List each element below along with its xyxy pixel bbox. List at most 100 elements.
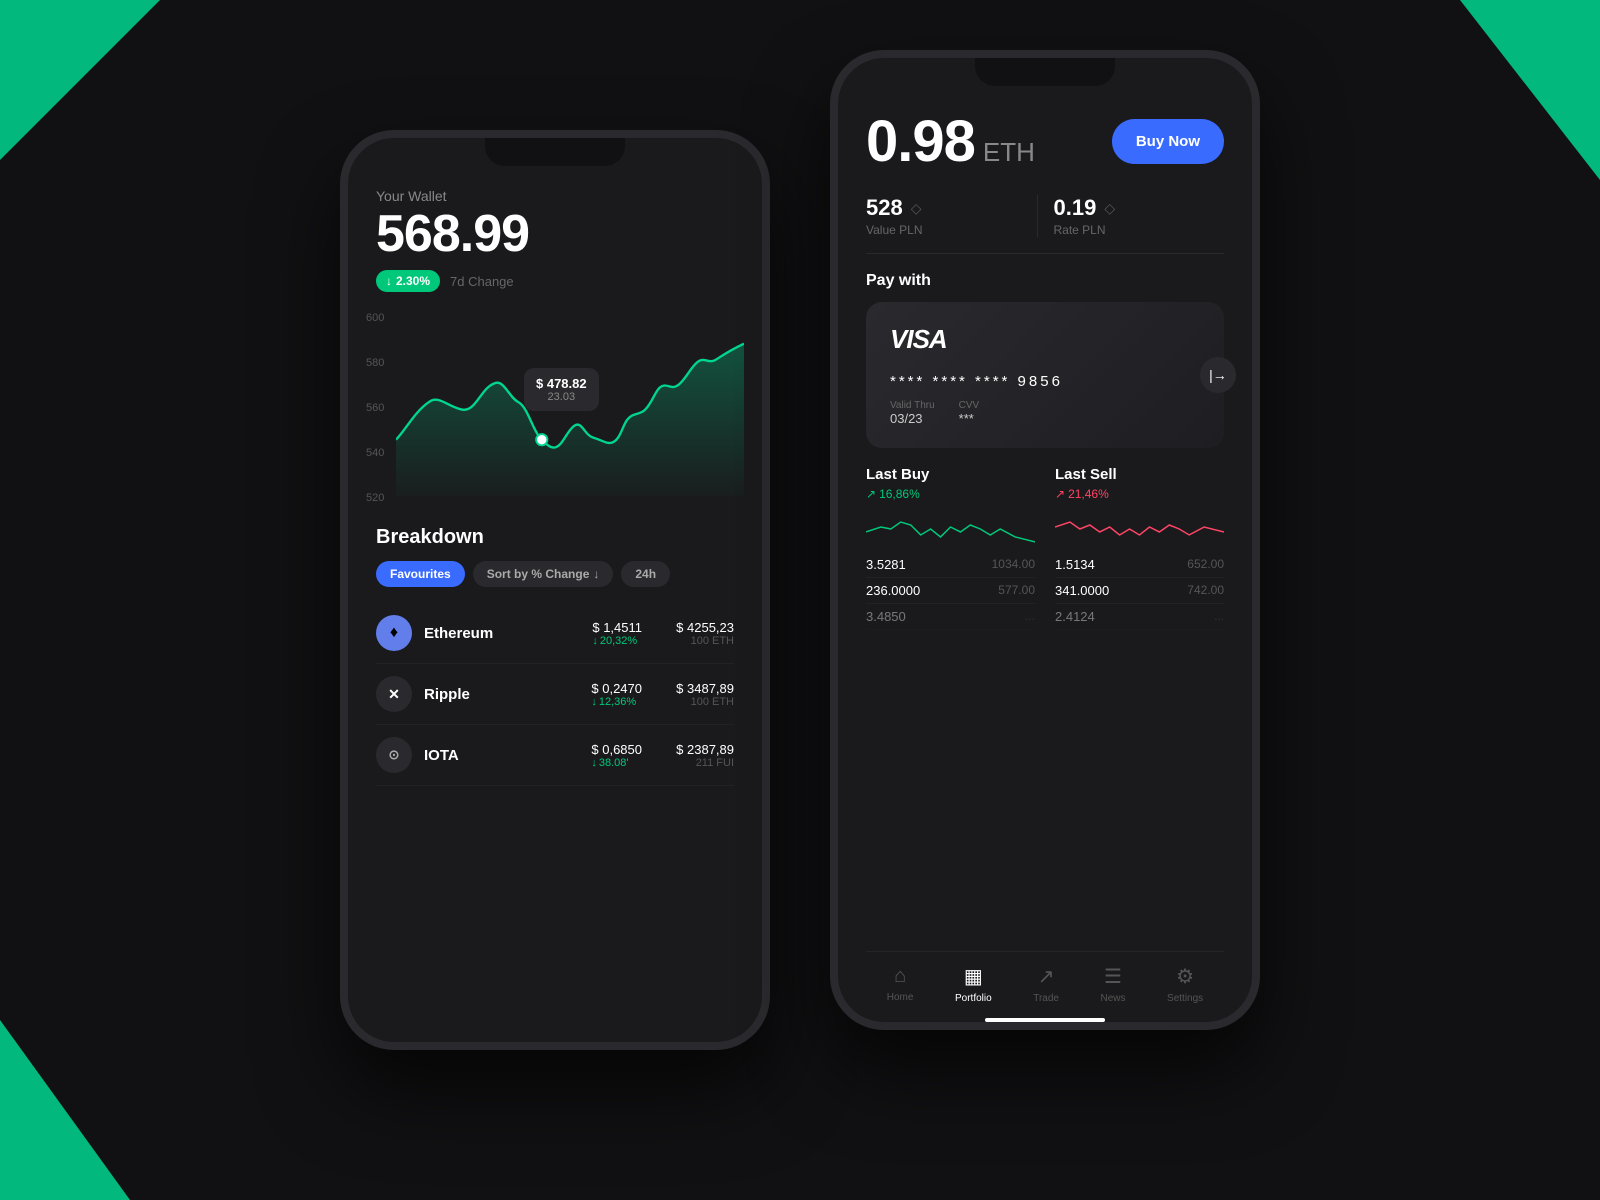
- phone-notch: [485, 138, 625, 166]
- card-number: **** **** **** 9856: [890, 373, 1200, 390]
- nav-trade[interactable]: ↗ Trade: [1033, 964, 1059, 1004]
- visa-logo: VISA: [890, 324, 1200, 355]
- buy-sub-3: ...: [1025, 609, 1035, 624]
- tooltip-date: 23.03: [536, 391, 587, 403]
- favourites-filter[interactable]: Favourites: [376, 561, 465, 587]
- eth-value-block: $ 4255,23 100 ETH: [654, 620, 734, 647]
- eth-amount: 100 ETH: [654, 635, 734, 647]
- sell-row-1: 1.5134 652.00: [1055, 552, 1224, 578]
- breakdown-filters: Favourites Sort by % Change ↓ 24h: [376, 561, 734, 587]
- eth-price-display: 0.98 ETH: [866, 108, 1035, 175]
- y-label-600: 600: [366, 312, 384, 324]
- buy-main-1: 3.5281: [866, 557, 906, 572]
- valid-thru-value: 03/23: [890, 411, 935, 426]
- eth-icon: ♦: [376, 615, 412, 651]
- sell-sub-3: ...: [1214, 609, 1224, 624]
- coin-item-xrp[interactable]: ✕ Ripple $ 0,2470 ↓ 12,36% $ 3487,89 100…: [376, 664, 734, 725]
- up-arrow-icon-sell: ↗: [1055, 487, 1065, 501]
- eth-name: Ethereum: [424, 625, 580, 642]
- settings-icon: ⚙: [1176, 964, 1194, 989]
- nav-news[interactable]: ☰ News: [1101, 964, 1126, 1004]
- iota-amount: 211 FUI: [654, 757, 734, 769]
- xrp-price: $ 0,2470: [591, 681, 642, 696]
- pay-with-label: Pay with: [866, 272, 1224, 290]
- trade-icon: ↗: [1038, 964, 1055, 989]
- y-label-560: 560: [366, 402, 384, 414]
- sort-filter[interactable]: Sort by % Change ↓: [473, 561, 614, 587]
- chart-area: 600 580 560 540 520: [366, 308, 744, 508]
- buy-sub-2: 577.00: [998, 583, 1035, 598]
- sell-sub-2: 742.00: [1187, 583, 1224, 598]
- diamond-icon-2: ◇: [1104, 200, 1115, 217]
- sort-icon: ↓: [593, 567, 599, 581]
- wallet-label: Your Wallet: [376, 188, 734, 204]
- card-arrow-icon[interactable]: |→: [1200, 357, 1236, 393]
- bottom-nav: ⌂ Home ▦ Portfolio ↗ Trade ☰ News ⚙ Se: [866, 951, 1224, 1012]
- change-label: 7d Change: [450, 274, 514, 289]
- card-cvv: CVV ***: [959, 400, 980, 426]
- sort-filter-label: Sort by % Change: [487, 567, 590, 581]
- change-pct: 2.30%: [396, 274, 430, 288]
- iota-icon: ⊙: [376, 737, 412, 773]
- last-sell-title: Last Sell: [1055, 466, 1224, 483]
- buy-main-3: 3.4850: [866, 609, 906, 624]
- eth-change: ↓ 20,32%: [592, 635, 642, 647]
- xrp-change: ↓ 12,36%: [591, 696, 642, 708]
- tooltip-value: $ 478.82: [536, 376, 587, 391]
- stat-value-row-1: 528 ◇: [866, 195, 1021, 221]
- nav-home[interactable]: ⌂ Home: [887, 965, 914, 1003]
- diamond-icon-1: ◇: [911, 200, 922, 217]
- last-buy-col: Last Buy ↗ 16,86% 3.5281 1034.00 236.000…: [866, 466, 1035, 630]
- iota-value-block: $ 2387,89 211 FUI: [654, 742, 734, 769]
- right-phone-notch: [975, 58, 1115, 86]
- stat-019: 0.19: [1054, 195, 1097, 221]
- sell-sub-1: 652.00: [1187, 557, 1224, 572]
- cvv-label: CVV: [959, 400, 980, 411]
- phones-container: Your Wallet 568.99 ↓ 2.30% 7d Change 600…: [100, 50, 1500, 1050]
- home-label: Home: [887, 992, 914, 1003]
- xrp-value-block: $ 3487,89 100 ETH: [654, 681, 734, 708]
- y-label-540: 540: [366, 447, 384, 459]
- buy-sub-1: 1034.00: [992, 557, 1035, 572]
- eth-main-price: 0.98: [866, 108, 975, 175]
- stat-value-row-2: 0.19 ◇: [1054, 195, 1209, 221]
- chart-y-labels: 600 580 560 540 520: [366, 308, 384, 508]
- coin-list: ♦ Ethereum $ 1,4511 ↓ 20,32% $ 4255,23 1…: [376, 603, 734, 786]
- valid-thru-label: Valid Thru: [890, 400, 935, 411]
- news-icon: ☰: [1104, 964, 1122, 989]
- card-details-row: Valid Thru 03/23 CVV ***: [890, 400, 1200, 426]
- chart-tooltip: $ 478.82 23.03: [524, 368, 599, 411]
- card-valid-thru: Valid Thru 03/23: [890, 400, 935, 426]
- settings-label: Settings: [1167, 993, 1203, 1004]
- buy-now-button[interactable]: Buy Now: [1112, 119, 1224, 164]
- stat-label-value-pln: Value PLN: [866, 223, 1021, 237]
- last-buy-title: Last Buy: [866, 466, 1035, 483]
- last-buy-pct: ↗ 16,86%: [866, 487, 1035, 501]
- last-sell-col: Last Sell ↗ 21,46% 1.5134 652.00 341.000…: [1055, 466, 1224, 630]
- change-arrow-icon: ↓: [386, 274, 392, 288]
- xrp-price-block: $ 0,2470 ↓ 12,36%: [591, 681, 642, 708]
- time-filter[interactable]: 24h: [621, 561, 670, 587]
- eth-price: $ 1,4511: [592, 620, 642, 635]
- xrp-name: Ripple: [424, 686, 579, 703]
- coin-item-iota[interactable]: ⊙ IOTA $ 0,6850 ↓ 38.08' $ 2387,89 211 F…: [376, 725, 734, 786]
- up-arrow-icon-buy: ↗: [866, 487, 876, 501]
- sell-main-3: 2.4124: [1055, 609, 1095, 624]
- eth-currency-label: ETH: [983, 137, 1035, 168]
- home-icon: ⌂: [894, 965, 906, 988]
- xrp-total: $ 3487,89: [654, 681, 734, 696]
- coin-item-eth[interactable]: ♦ Ethereum $ 1,4511 ↓ 20,32% $ 4255,23 1…: [376, 603, 734, 664]
- stat-528: 528: [866, 195, 903, 221]
- nav-settings[interactable]: ⚙ Settings: [1167, 964, 1203, 1004]
- wallet-change: ↓ 2.30% 7d Change: [376, 270, 734, 292]
- right-phone: 0.98 ETH Buy Now 528 ◇ Value PLN 0.19: [830, 50, 1260, 1030]
- iota-name: IOTA: [424, 747, 579, 764]
- portfolio-icon: ▦: [964, 964, 983, 989]
- breakdown-title: Breakdown: [376, 526, 734, 549]
- card-visual[interactable]: VISA **** **** **** 9856 Valid Thru 03/2…: [866, 302, 1224, 448]
- nav-portfolio[interactable]: ▦ Portfolio: [955, 964, 992, 1004]
- stat-value-pln: 528 ◇ Value PLN: [866, 195, 1037, 237]
- cvv-value: ***: [959, 411, 980, 426]
- y-label-580: 580: [366, 357, 384, 369]
- right-phone-content: 0.98 ETH Buy Now 528 ◇ Value PLN 0.19: [838, 58, 1252, 1022]
